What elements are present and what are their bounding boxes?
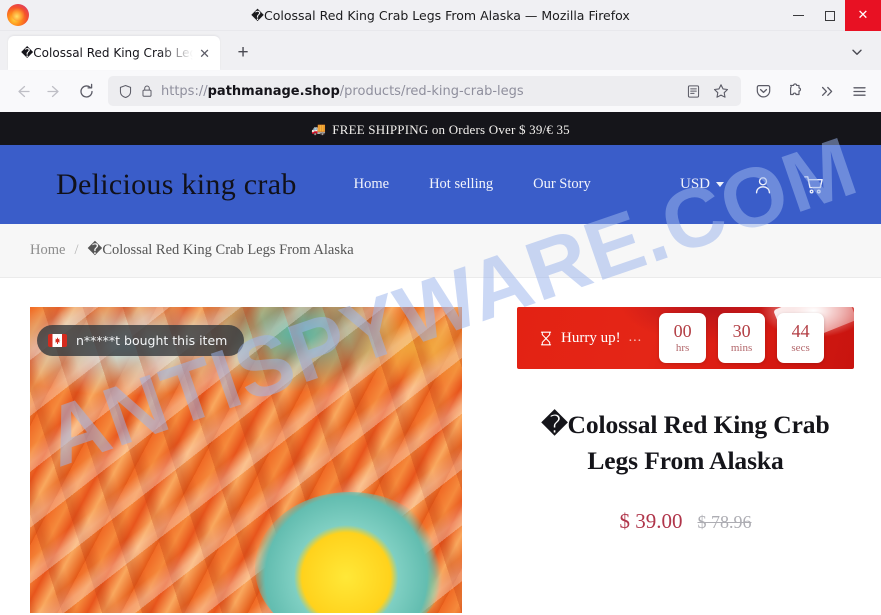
currency-selector[interactable]: USD [680, 176, 724, 193]
original-price: $ 78.96 [697, 512, 752, 533]
header-actions: USD [680, 173, 825, 196]
nav-item-hot-selling[interactable]: Hot selling [429, 176, 493, 193]
hurry-up-text: Hurry up! [561, 329, 621, 346]
shield-icon [118, 84, 133, 99]
nav-item-our-story[interactable]: Our Story [533, 176, 591, 193]
product-section: n*****t bought this item Hurry up! ... 0… [0, 278, 881, 613]
nav-item-home[interactable]: Home [354, 176, 389, 193]
breadcrumb: Home / �Colossal Red King Crab Legs From… [0, 224, 881, 278]
window-controls: ✕ [783, 0, 881, 31]
recent-purchase-text: n*****t bought this item [76, 333, 228, 348]
countdown-seconds-label: secs [791, 341, 810, 354]
tab-strip: �Colossal Red King Crab Legs From Alaska… [0, 31, 881, 70]
app-menu-hamburger-icon[interactable] [844, 76, 874, 106]
countdown-seconds: 44 secs [777, 313, 825, 363]
delivery-truck-icon: 🚚 [311, 122, 327, 136]
current-price: $ 39.00 [619, 509, 683, 534]
url-scheme: https:// [161, 83, 208, 99]
account-icon[interactable] [752, 174, 774, 196]
countdown-hours-label: hrs [675, 341, 690, 354]
product-title: �Colossal Red King Crab Legs From Alaska [541, 410, 830, 476]
product-price-row: $ 39.00 $ 78.96 [517, 509, 854, 534]
lock-icon [140, 84, 154, 98]
url-path: /products/red-king-crab-legs [339, 83, 524, 99]
countdown-minutes: 30 mins [718, 313, 766, 363]
currency-label: USD [679, 176, 710, 192]
countdown-minutes-value: 30 [732, 321, 751, 342]
countdown-hours: 00 hrs [659, 313, 707, 363]
site-header: Delicious king crab Home Hot selling Our… [0, 145, 881, 224]
countdown-minutes-label: mins [730, 341, 753, 354]
address-bar-icons [680, 78, 734, 104]
forward-button-icon[interactable] [39, 76, 69, 106]
tab-close-icon[interactable]: ✕ [197, 45, 212, 62]
url-host: pathmanage.shop [207, 83, 340, 99]
canada-flag-icon [48, 334, 67, 347]
hurry-up-ellipsis: ... [628, 330, 643, 345]
window-titlebar: �Colossal Red King Crab Legs From Alaska… [0, 0, 881, 31]
reload-button-icon[interactable] [71, 76, 101, 106]
reader-view-icon[interactable] [680, 78, 706, 104]
product-details: Hurry up! ... 00 hrs 30 mins 44 secs �Co… [462, 307, 854, 613]
hourglass-icon [539, 331, 553, 346]
countdown-hours-value: 00 [673, 321, 692, 342]
bookmark-star-icon[interactable] [708, 78, 734, 104]
breadcrumb-separator: / [74, 242, 79, 258]
main-navigation: Home Hot selling Our Story [354, 176, 591, 193]
new-tab-button[interactable]: + [228, 38, 258, 68]
browser-tab[interactable]: �Colossal Red King Crab Legs From Alaska… [8, 36, 220, 70]
countdown-timer-banner: Hurry up! ... 00 hrs 30 mins 44 secs [517, 307, 854, 369]
countdown-units: 00 hrs 30 mins 44 secs [659, 313, 825, 363]
back-button-icon[interactable] [7, 76, 37, 106]
site-logo-text[interactable]: Delicious king crab [56, 168, 297, 202]
product-gallery[interactable]: n*****t bought this item [30, 307, 462, 613]
breadcrumb-current: �Colossal Red King Crab Legs From Alaska [87, 242, 354, 258]
maximize-button[interactable] [814, 0, 845, 31]
list-all-tabs-icon[interactable] [843, 38, 871, 66]
free-shipping-text: FREE SHIPPING on Orders Over $ 39/€ 35 [332, 121, 570, 137]
firefox-window: �Colossal Red King Crab Legs From Alaska… [0, 0, 881, 615]
extensions-puzzle-icon[interactable] [780, 76, 810, 106]
cart-icon[interactable] [802, 173, 825, 196]
countdown-seconds-value: 44 [791, 321, 810, 342]
overflow-chevrons-icon[interactable] [812, 76, 842, 106]
breadcrumb-home[interactable]: Home [30, 242, 65, 259]
address-bar[interactable]: https://pathmanage.shop/products/red-kin… [108, 76, 741, 106]
navigation-toolbar: https://pathmanage.shop/products/red-kin… [0, 70, 881, 114]
firefox-logo-icon [7, 4, 29, 26]
free-shipping-banner: 🚚 FREE SHIPPING on Orders Over $ 39/€ 35 [0, 114, 881, 145]
chevron-down-icon [716, 182, 724, 187]
recent-purchase-notification: n*****t bought this item [37, 325, 245, 356]
close-window-button[interactable]: ✕ [845, 0, 881, 31]
pocket-save-icon[interactable] [748, 76, 778, 106]
url-text: https://pathmanage.shop/products/red-kin… [161, 84, 673, 99]
hurry-up-label: Hurry up! ... [539, 330, 642, 347]
tab-title: �Colossal Red King Crab Legs From Alaska [21, 46, 193, 60]
window-title: �Colossal Red King Crab Legs From Alaska… [251, 7, 630, 23]
minimize-button[interactable] [783, 0, 814, 31]
web-page: ANTISPYWARE.COM 🚚 FREE SHIPPING on Order… [0, 114, 881, 613]
